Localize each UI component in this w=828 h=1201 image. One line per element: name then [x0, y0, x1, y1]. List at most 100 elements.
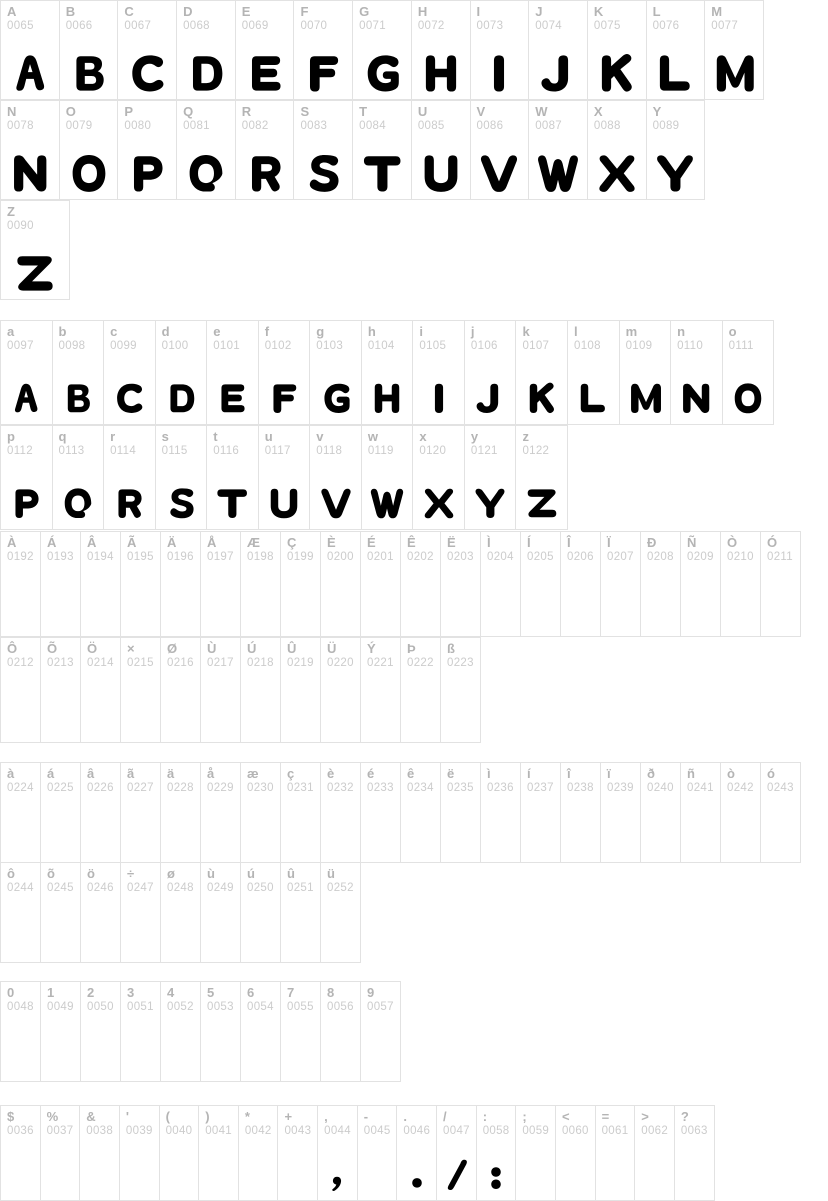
character-cell[interactable]: Ó 0211	[760, 531, 801, 637]
character-cell[interactable]: æ 0230	[240, 762, 281, 863]
character-cell[interactable]: :0058	[475, 1105, 517, 1201]
character-cell[interactable]: Ö 0214	[80, 637, 121, 743]
character-cell[interactable]: 1 0049	[40, 981, 81, 1082]
character-cell[interactable]: x 0120	[412, 425, 465, 530]
character-cell[interactable]: Ò 0210	[720, 531, 761, 637]
character-cell[interactable]: S 0083	[293, 100, 354, 200]
character-cell[interactable]: $0036	[0, 1105, 41, 1201]
character-cell[interactable]: <0060	[554, 1105, 596, 1201]
character-cell[interactable]: b 0098	[51, 320, 105, 425]
character-cell[interactable]: K 0075	[586, 0, 647, 100]
character-cell[interactable]: ã 0227	[120, 762, 161, 863]
character-cell[interactable]: Þ 0222	[400, 637, 441, 743]
character-cell[interactable]: 6 0054	[240, 981, 281, 1082]
character-cell[interactable]: Ã 0195	[120, 531, 161, 637]
character-cell[interactable]: Û 0219	[280, 637, 321, 743]
character-cell[interactable]: . 0046	[396, 1105, 438, 1201]
character-cell[interactable]: Ï 0207	[600, 531, 641, 637]
character-cell[interactable]: E 0069	[234, 0, 295, 100]
character-cell[interactable]: t 0116	[206, 425, 259, 530]
character-cell[interactable]: È 0200	[320, 531, 361, 637]
character-cell[interactable]: L 0076	[645, 0, 706, 100]
character-cell[interactable]: * 0042	[237, 1105, 279, 1201]
character-cell[interactable]: X 0088	[586, 100, 647, 200]
character-cell[interactable]: ö 0246	[80, 862, 121, 963]
character-cell[interactable]: >0062	[634, 1105, 675, 1201]
character-cell[interactable]: 4 0052	[160, 981, 201, 1082]
character-cell[interactable]: U 0085	[410, 100, 471, 200]
character-cell[interactable]: N 0078	[0, 100, 60, 200]
character-cell[interactable]: 8 0056	[320, 981, 361, 1082]
character-cell[interactable]: Ô 0212	[0, 637, 41, 743]
character-cell[interactable]: Y 0089	[645, 100, 706, 200]
character-cell[interactable]: Ú 0218	[240, 637, 281, 743]
character-cell[interactable]: ð 0240	[640, 762, 681, 863]
character-cell[interactable]: ô 0244	[0, 862, 41, 963]
character-cell[interactable]: 3 0051	[120, 981, 161, 1082]
character-cell[interactable]: k 0107	[515, 320, 569, 425]
character-cell[interactable]: ç 0231	[280, 762, 321, 863]
character-cell[interactable]: v 0118	[309, 425, 362, 530]
character-cell[interactable]: Ì 0204	[480, 531, 521, 637]
character-cell[interactable]: F 0070	[293, 0, 354, 100]
character-cell[interactable]: á 0225	[40, 762, 81, 863]
character-cell[interactable]: í 0237	[520, 762, 561, 863]
character-cell[interactable]: J 0074	[528, 0, 588, 100]
character-cell[interactable]: ? 0063	[673, 1105, 715, 1201]
character-cell[interactable]: ó 0243	[760, 762, 801, 863]
character-cell[interactable]: D 0068	[176, 0, 236, 100]
character-cell[interactable]: m 0109	[618, 320, 672, 425]
character-cell[interactable]: d 0100	[154, 320, 208, 425]
character-cell[interactable]: c 0099	[103, 320, 156, 425]
character-cell[interactable]: , 0044	[317, 1105, 358, 1201]
character-cell[interactable]: R 0082	[234, 100, 295, 200]
character-cell[interactable]: a 0097	[0, 320, 53, 425]
character-cell[interactable]: W 0087	[528, 100, 588, 200]
character-cell[interactable]: É 0201	[360, 531, 401, 637]
character-cell[interactable]: (0040	[158, 1105, 200, 1201]
character-cell[interactable]: Â 0194	[80, 531, 121, 637]
character-cell[interactable]: ø 0248	[160, 862, 201, 963]
character-cell[interactable]: e 0101	[206, 320, 259, 425]
character-cell[interactable]: ) 0041	[198, 1105, 239, 1201]
character-cell[interactable]: × 0215	[120, 637, 161, 743]
character-cell[interactable]: q 0113	[51, 425, 105, 530]
character-cell[interactable]: g 0103	[309, 320, 362, 425]
character-cell[interactable]: P 0080	[117, 100, 178, 200]
character-cell[interactable]: -0045	[356, 1105, 398, 1201]
character-cell[interactable]: y 0121	[463, 425, 517, 530]
character-cell[interactable]: n 0110	[670, 320, 723, 425]
character-cell[interactable]: f 0102	[257, 320, 311, 425]
character-cell[interactable]: Ä 0196	[160, 531, 201, 637]
character-cell[interactable]: Ù 0217	[200, 637, 241, 743]
character-cell[interactable]: +0043	[277, 1105, 319, 1201]
character-cell[interactable]: ì 0236	[480, 762, 521, 863]
character-cell[interactable]: Á 0193	[40, 531, 81, 637]
character-cell[interactable]: /0047	[436, 1105, 477, 1201]
character-cell[interactable]: Æ 0198	[240, 531, 281, 637]
character-cell[interactable]: ï 0239	[600, 762, 641, 863]
character-cell[interactable]: 7 0055	[280, 981, 321, 1082]
character-cell[interactable]: å 0229	[200, 762, 241, 863]
character-cell[interactable]: M 0077	[704, 0, 764, 100]
character-cell[interactable]: ü 0252	[320, 862, 361, 963]
character-cell[interactable]: ê 0234	[400, 762, 441, 863]
character-cell[interactable]: = 0061	[594, 1105, 636, 1201]
character-cell[interactable]: à 0224	[0, 762, 41, 863]
character-cell[interactable]: Q 0081	[176, 100, 236, 200]
character-cell[interactable]: & 0038	[79, 1105, 120, 1201]
character-cell[interactable]: Î 0206	[560, 531, 601, 637]
character-cell[interactable]: ß 0223	[440, 637, 481, 743]
character-cell[interactable]: î 0238	[560, 762, 601, 863]
character-cell[interactable]: ò 0242	[720, 762, 761, 863]
character-cell[interactable]: A 0065	[0, 0, 60, 100]
character-cell[interactable]: u 0117	[257, 425, 311, 530]
character-cell[interactable]: Ê 0202	[400, 531, 441, 637]
character-cell[interactable]: ë 0235	[440, 762, 481, 863]
character-cell[interactable]: 5 0053	[200, 981, 241, 1082]
character-cell[interactable]: Ø 0216	[160, 637, 201, 743]
character-cell[interactable]: Í 0205	[520, 531, 561, 637]
character-cell[interactable]: I 0073	[469, 0, 530, 100]
character-cell[interactable]: 0 0048	[0, 981, 41, 1082]
character-cell[interactable]: w 0119	[360, 425, 414, 530]
